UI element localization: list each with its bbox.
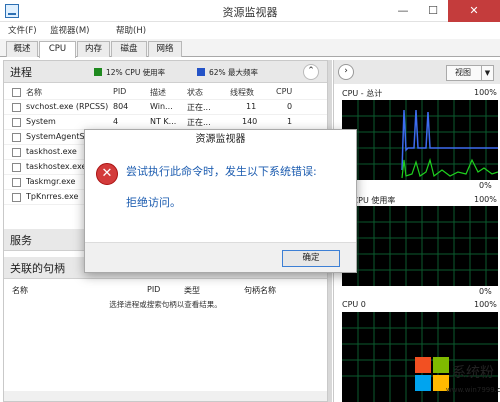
cpu-total-graph-svg — [342, 100, 498, 180]
cpu-usage-legend: 12% CPU 使用率 — [106, 68, 166, 77]
select-all-checkbox[interactable] — [12, 88, 21, 97]
handles-title: 关联的句柄 — [10, 262, 65, 275]
tab-bar: 概述 CPU 内存 磁盘 网络 — [0, 39, 500, 58]
menu-help[interactable]: 帮助(H) — [116, 24, 146, 36]
view-dropdown[interactable]: 视图 ▼ — [446, 65, 494, 81]
process-cpu: 1 — [287, 117, 293, 126]
graph-cpu0-label: CPU 0 — [342, 300, 366, 309]
col-handle-title[interactable]: 句柄名称 — [244, 285, 276, 296]
title-bar: 资源监视器 — ☐ ✕ — [0, 0, 500, 22]
graph-cpu-total — [342, 100, 498, 180]
process-name: SystemAgentS... — [26, 132, 88, 141]
tab-cpu[interactable]: CPU — [39, 41, 76, 58]
col-name[interactable]: 名称 — [26, 87, 42, 98]
process-status: 正在... — [187, 103, 211, 112]
chevron-down-icon: ▼ — [481, 66, 493, 80]
row-checkbox[interactable] — [12, 178, 21, 187]
table-row[interactable]: svchost.exe (RPCSS) 804 Win... 正在... 11 … — [4, 100, 327, 115]
horizontal-scrollbar[interactable] — [4, 391, 327, 401]
error-message: 尝试执行此命令时，发生以下系统错误: — [126, 165, 317, 178]
col-description[interactable]: 描述 — [150, 87, 166, 98]
site-watermark: 系统粉 www.win7999.com — [378, 350, 500, 402]
process-name: taskhostex.exe — [26, 162, 87, 171]
collapse-processes-button[interactable]: ⌃ — [303, 64, 319, 80]
menu-file[interactable]: 文件(F) — [8, 24, 37, 36]
col-pid[interactable]: PID — [113, 87, 126, 96]
process-cpu: 0 — [287, 102, 293, 111]
tab-overview[interactable]: 概述 — [6, 41, 38, 57]
handles-empty-message: 选择进程或搜索句柄以查看结果。 — [109, 300, 222, 309]
row-checkbox[interactable] — [12, 163, 21, 172]
process-name: TpKnrres.exe — [26, 192, 79, 201]
table-row[interactable]: System 4 NT K... 正在... 140 1 — [4, 115, 327, 130]
max-frequency-legend: 62% 最大频率 — [209, 68, 259, 77]
process-table-header: 名称 PID 描述 状态 线程数 CPU — [4, 85, 327, 100]
process-status: 正在... — [187, 118, 211, 127]
close-button[interactable]: ✕ — [448, 0, 500, 22]
watermark-url: www.win7999.com — [446, 386, 500, 394]
process-threads: 140 — [242, 117, 258, 126]
process-name: taskhost.exe — [26, 147, 77, 156]
service-cpu-graph-svg — [342, 206, 498, 286]
error-detail: 拒绝访问。 — [126, 196, 181, 209]
error-icon: ✕ — [96, 163, 118, 185]
dialog-body: ✕ 尝试执行此命令时，发生以下系统错误: 拒绝访问。 — [85, 149, 356, 242]
tab-memory[interactable]: 内存 — [77, 41, 110, 57]
view-dropdown-label: 视图 — [455, 68, 471, 77]
process-name: System — [26, 117, 56, 126]
col-threads[interactable]: 线程数 — [230, 87, 254, 98]
windows-logo-icon — [415, 357, 449, 391]
tab-disk[interactable]: 磁盘 — [111, 41, 147, 57]
menu-bar: 文件(F) 监视器(M) 帮助(H) — [0, 22, 500, 39]
maximize-button[interactable]: ☐ — [418, 0, 448, 22]
processes-title: 进程 — [10, 66, 32, 79]
handles-table-header: 名称 PID 类型 句柄名称 — [4, 283, 327, 295]
menu-monitor[interactable]: 监视器(M) — [50, 24, 89, 36]
graph-cpu-total-label: CPU - 总计 — [342, 89, 383, 98]
col-status[interactable]: 状态 — [187, 87, 203, 98]
minimize-button[interactable]: — — [388, 0, 418, 22]
col-handle-pid[interactable]: PID — [147, 285, 160, 294]
graph-cpu-total-min: 0% — [479, 181, 492, 190]
ok-button[interactable]: 确定 — [282, 250, 340, 267]
process-name: Taskmgr.exe — [26, 177, 76, 186]
graphs-toolbar: › 视图 ▼ — [334, 60, 500, 84]
process-threads: 11 — [246, 102, 257, 111]
process-pid: 804 — [113, 102, 129, 111]
col-cpu[interactable]: CPU — [276, 87, 292, 96]
dialog-footer: 确定 — [85, 242, 356, 272]
process-description: NT K... — [150, 117, 177, 126]
graph-service-cpu-max: 100% — [474, 195, 497, 204]
error-dialog: 资源监视器 ✕ 尝试执行此命令时，发生以下系统错误: 拒绝访问。 确定 — [84, 129, 357, 273]
col-handle-name[interactable]: 名称 — [12, 285, 28, 296]
process-description: Win... — [150, 102, 173, 111]
processes-header[interactable]: 进程 12% CPU 使用率 62% 最大频率 ⌃ — [4, 61, 327, 83]
row-checkbox[interactable] — [12, 118, 21, 127]
expand-graphs-button[interactable]: › — [338, 64, 354, 80]
row-checkbox[interactable] — [12, 133, 21, 142]
graph-cpu0-max: 100% — [474, 300, 497, 309]
process-pid: 4 — [113, 117, 119, 126]
col-handle-type[interactable]: 类型 — [184, 285, 200, 296]
row-checkbox[interactable] — [12, 148, 21, 157]
tab-network[interactable]: 网络 — [148, 41, 182, 57]
cpu-usage-legend-swatch — [94, 68, 102, 76]
graph-service-cpu-min: 0% — [479, 287, 492, 296]
row-checkbox[interactable] — [12, 193, 21, 202]
services-title: 服务 — [10, 234, 32, 247]
graph-service-cpu — [342, 206, 498, 286]
process-name: svchost.exe (RPCSS) — [26, 102, 109, 111]
max-frequency-legend-swatch — [197, 68, 205, 76]
dialog-title: 资源监视器 — [85, 130, 356, 149]
watermark-text: 系统粉 — [452, 365, 494, 381]
graph-cpu-total-max: 100% — [474, 88, 497, 97]
row-checkbox[interactable] — [12, 103, 21, 112]
